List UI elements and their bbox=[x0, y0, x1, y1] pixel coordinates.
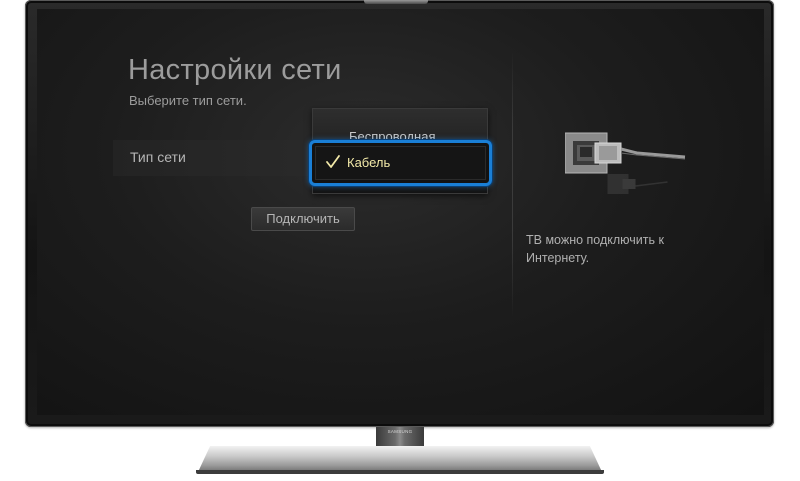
tv-stand-base-edge bbox=[196, 470, 604, 474]
dropdown-option-cable-label: Кабель bbox=[347, 155, 391, 170]
page-subtitle: Выберите тип сети. bbox=[129, 93, 247, 108]
page-title: Настройки сети bbox=[128, 54, 342, 86]
info-text: ТВ можно подключить к Интернету. bbox=[526, 233, 664, 265]
dropdown-option-cable[interactable]: Кабель bbox=[309, 140, 492, 186]
ethernet-cable-reflection bbox=[607, 174, 668, 194]
tv-stand-base bbox=[198, 446, 602, 472]
tv-sensor bbox=[364, 0, 428, 4]
brand-logo: SAMSUNG bbox=[387, 429, 413, 434]
network-type-label: Тип сети bbox=[130, 149, 186, 165]
tv-screen: Настройки сети Выберите тип сети. Тип се… bbox=[37, 9, 764, 415]
panel-divider bbox=[512, 49, 513, 319]
dropdown-option-cable-body: Кабель bbox=[315, 146, 486, 180]
connect-button[interactable]: Подключить bbox=[251, 207, 355, 231]
check-icon bbox=[326, 155, 340, 168]
